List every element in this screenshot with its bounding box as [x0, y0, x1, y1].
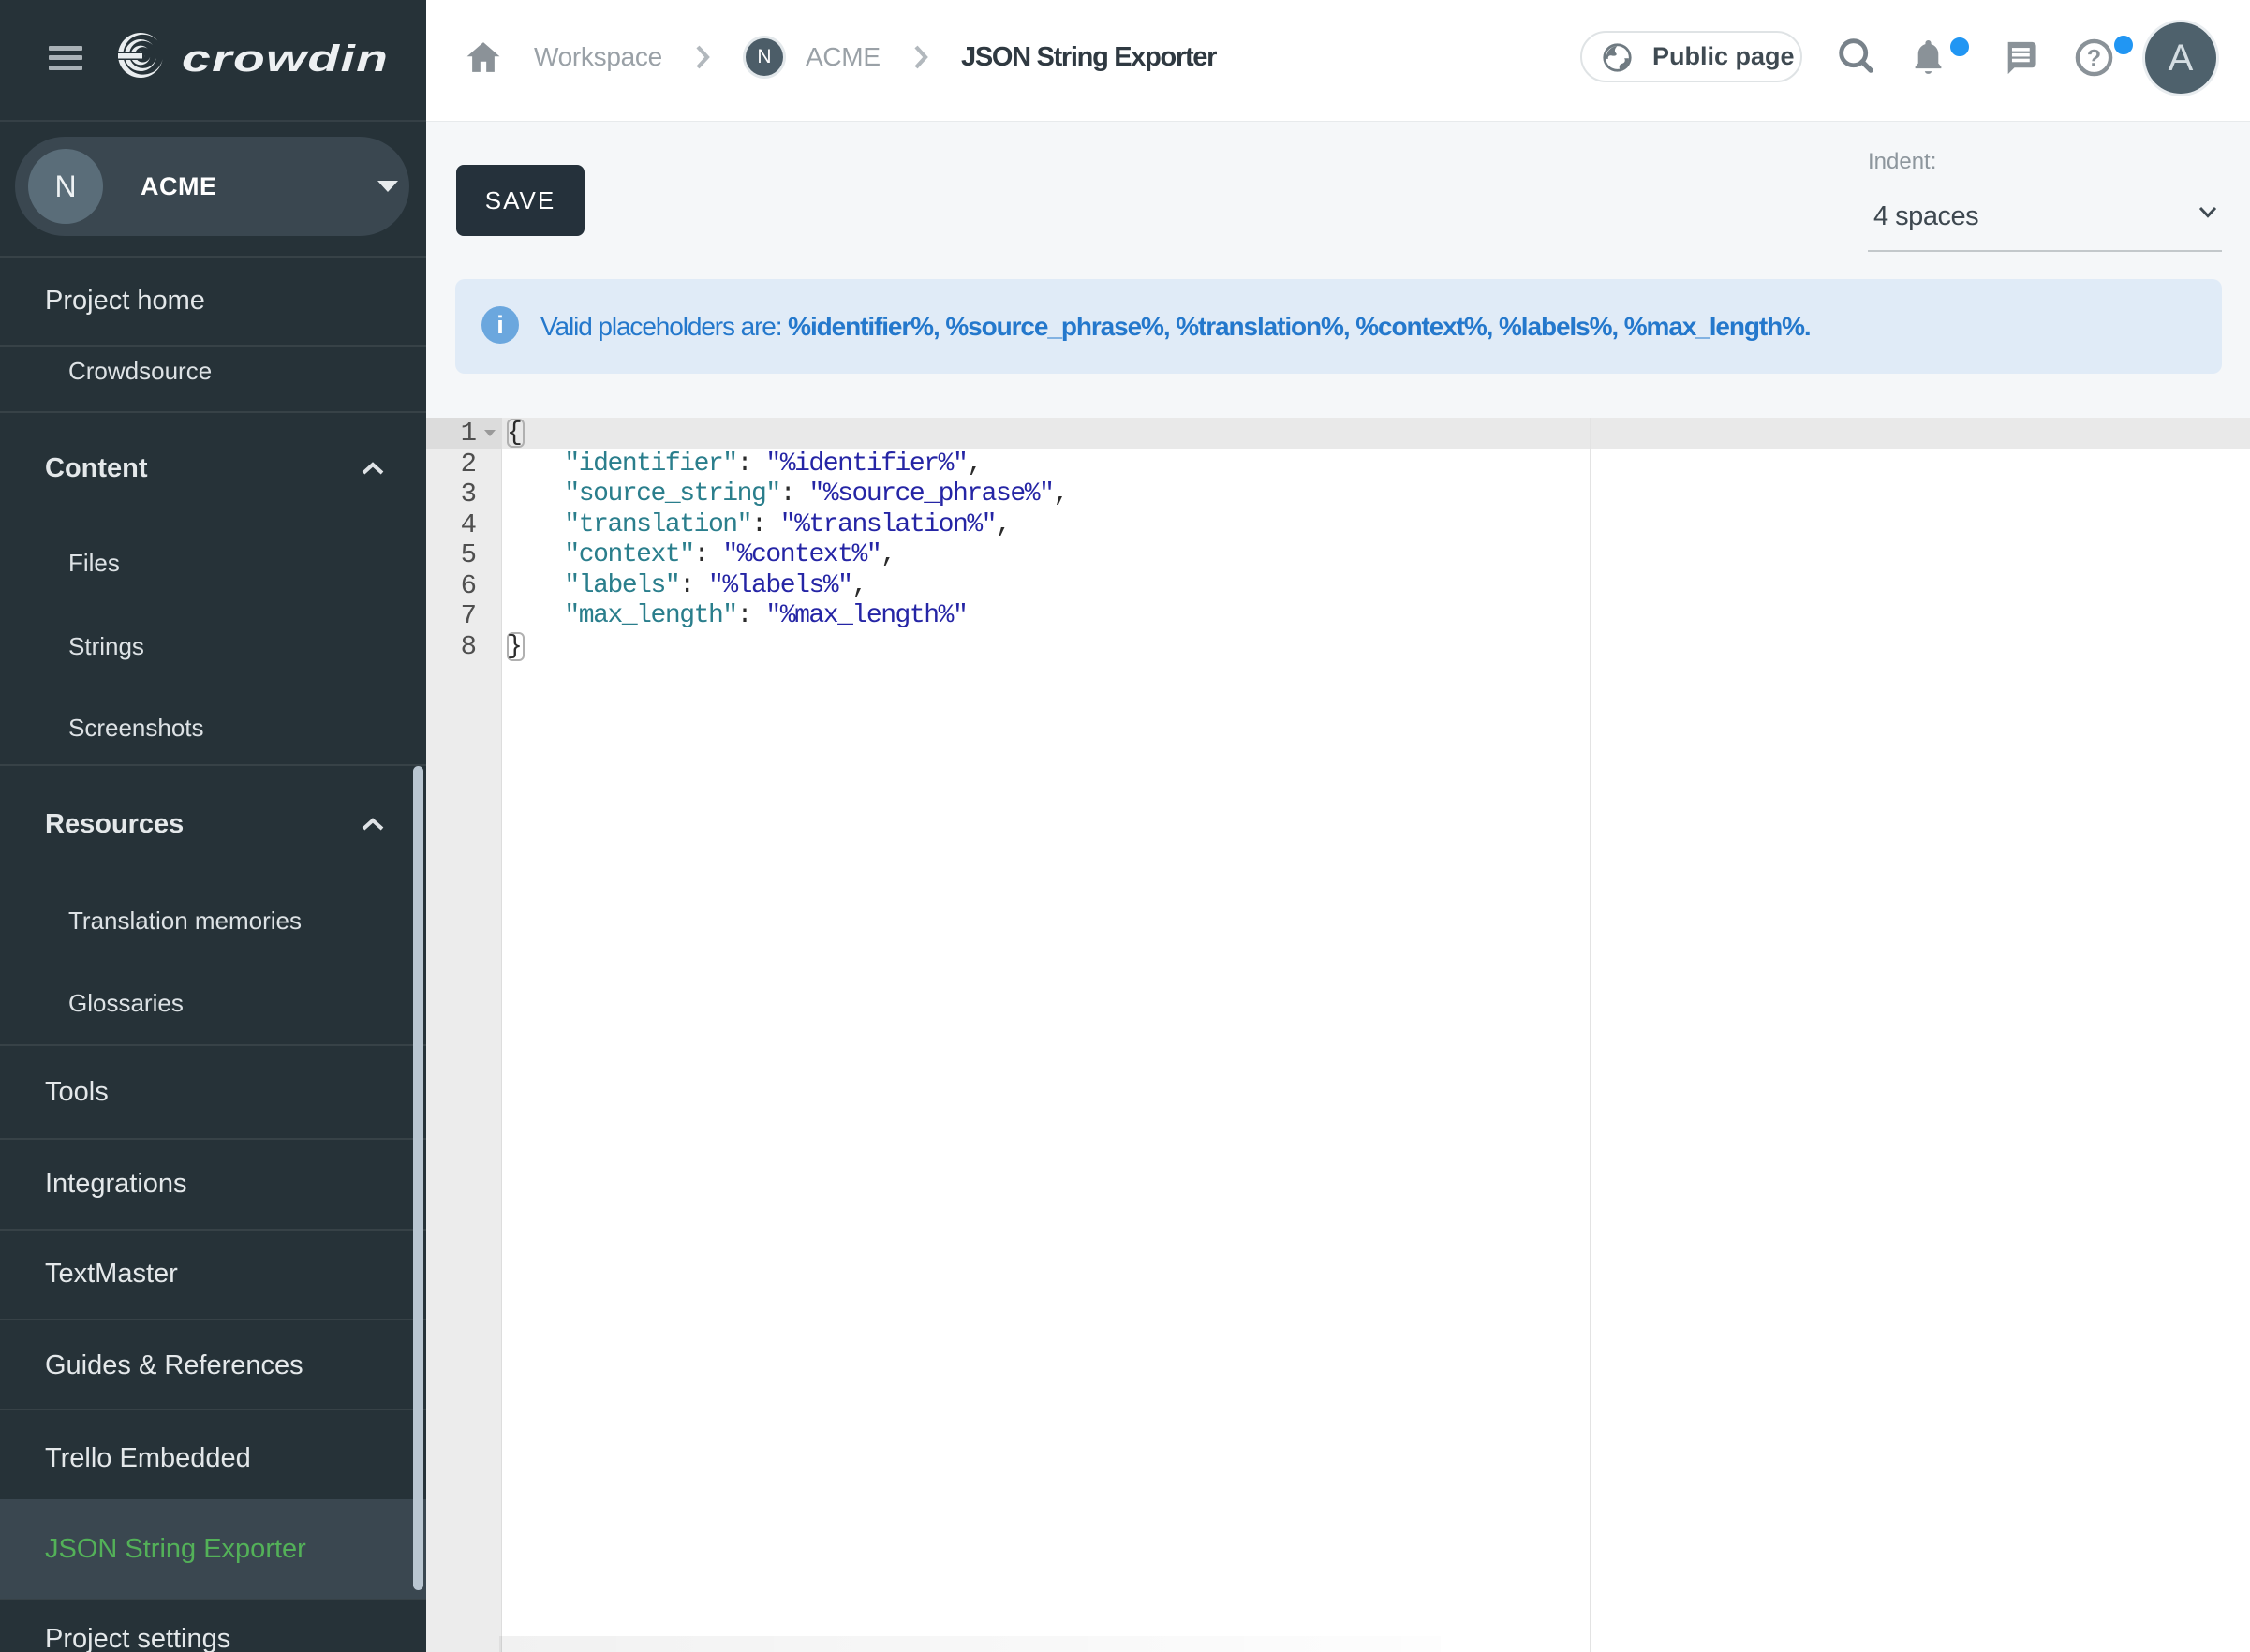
svg-text:?: ? — [2087, 46, 2101, 72]
